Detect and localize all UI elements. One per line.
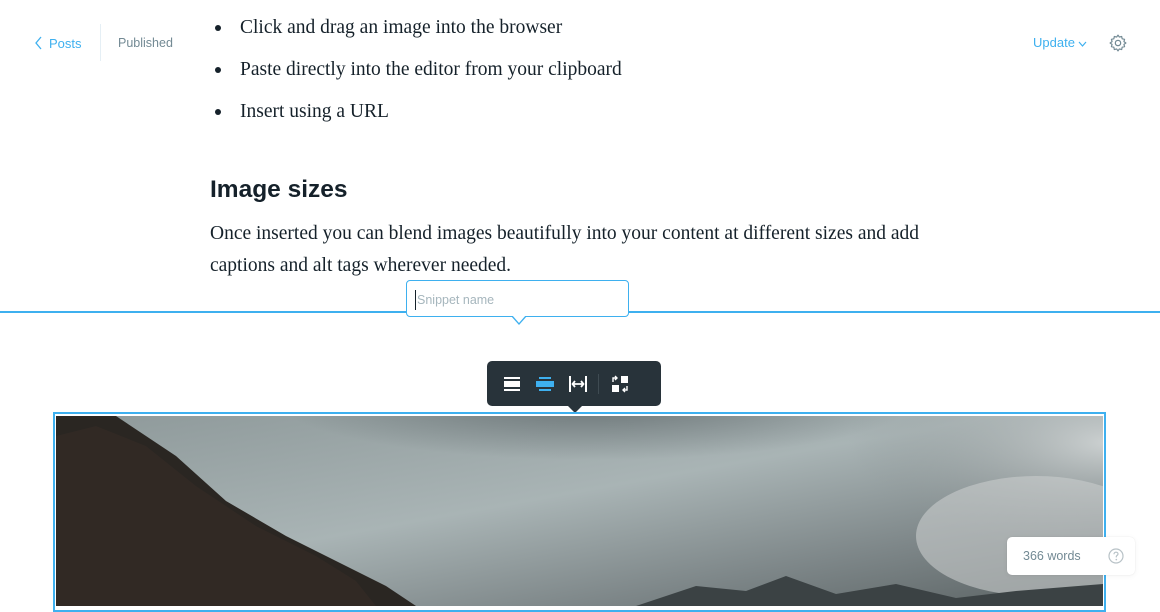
update-button-label: Update	[1033, 35, 1075, 50]
help-icon[interactable]	[1108, 548, 1124, 564]
snippet-name-popup	[406, 280, 629, 317]
image-width-regular-button[interactable]	[495, 367, 528, 400]
bullet-dot	[215, 109, 221, 115]
list-item-text: Click and drag an image into the browser	[240, 17, 563, 38]
gear-icon[interactable]	[1108, 33, 1128, 53]
word-count-label: 366 words	[1023, 549, 1081, 563]
image-card-toolbar	[487, 361, 661, 406]
snippet-popup-caret-fill	[512, 315, 526, 323]
chevron-left-icon	[35, 36, 42, 50]
image-width-full-button[interactable]	[561, 367, 594, 400]
section-heading[interactable]: Image sizes	[210, 176, 348, 204]
section-paragraph[interactable]: Once inserted you can blend images beaut…	[210, 218, 970, 282]
list-item[interactable]: Paste directly into the editor from your…	[210, 52, 622, 94]
image-replace-button[interactable]	[603, 367, 636, 400]
list-item[interactable]: Click and drag an image into the browser	[210, 10, 622, 52]
image-width-wide-button[interactable]	[528, 367, 561, 400]
image-replace-icon	[611, 375, 628, 392]
chevron-down-icon	[1078, 41, 1087, 47]
list-item[interactable]: Insert using a URL	[210, 94, 622, 136]
list-item-text: Insert using a URL	[240, 101, 389, 122]
bullet-dot	[215, 67, 221, 73]
bullet-dot	[215, 25, 221, 31]
update-button[interactable]: Update	[1033, 35, 1087, 50]
content-bullet-list: Click and drag an image into the browser…	[210, 10, 622, 136]
word-count-badge: 366 words	[1007, 537, 1135, 575]
image-width-full-icon	[568, 375, 587, 392]
image-width-regular-icon	[503, 376, 520, 391]
image-width-wide-icon	[535, 376, 554, 391]
image-card[interactable]	[53, 412, 1106, 612]
back-link-label: Posts	[49, 35, 82, 51]
list-item-text: Paste directly into the editor from your…	[240, 59, 622, 80]
mountain-landscape-image	[56, 416, 1103, 606]
toolbar-separator	[598, 373, 599, 394]
header-divider	[100, 24, 101, 61]
post-status: Published	[118, 36, 173, 50]
back-to-posts-link[interactable]: Posts	[34, 33, 82, 53]
snippet-name-input[interactable]	[415, 290, 619, 310]
